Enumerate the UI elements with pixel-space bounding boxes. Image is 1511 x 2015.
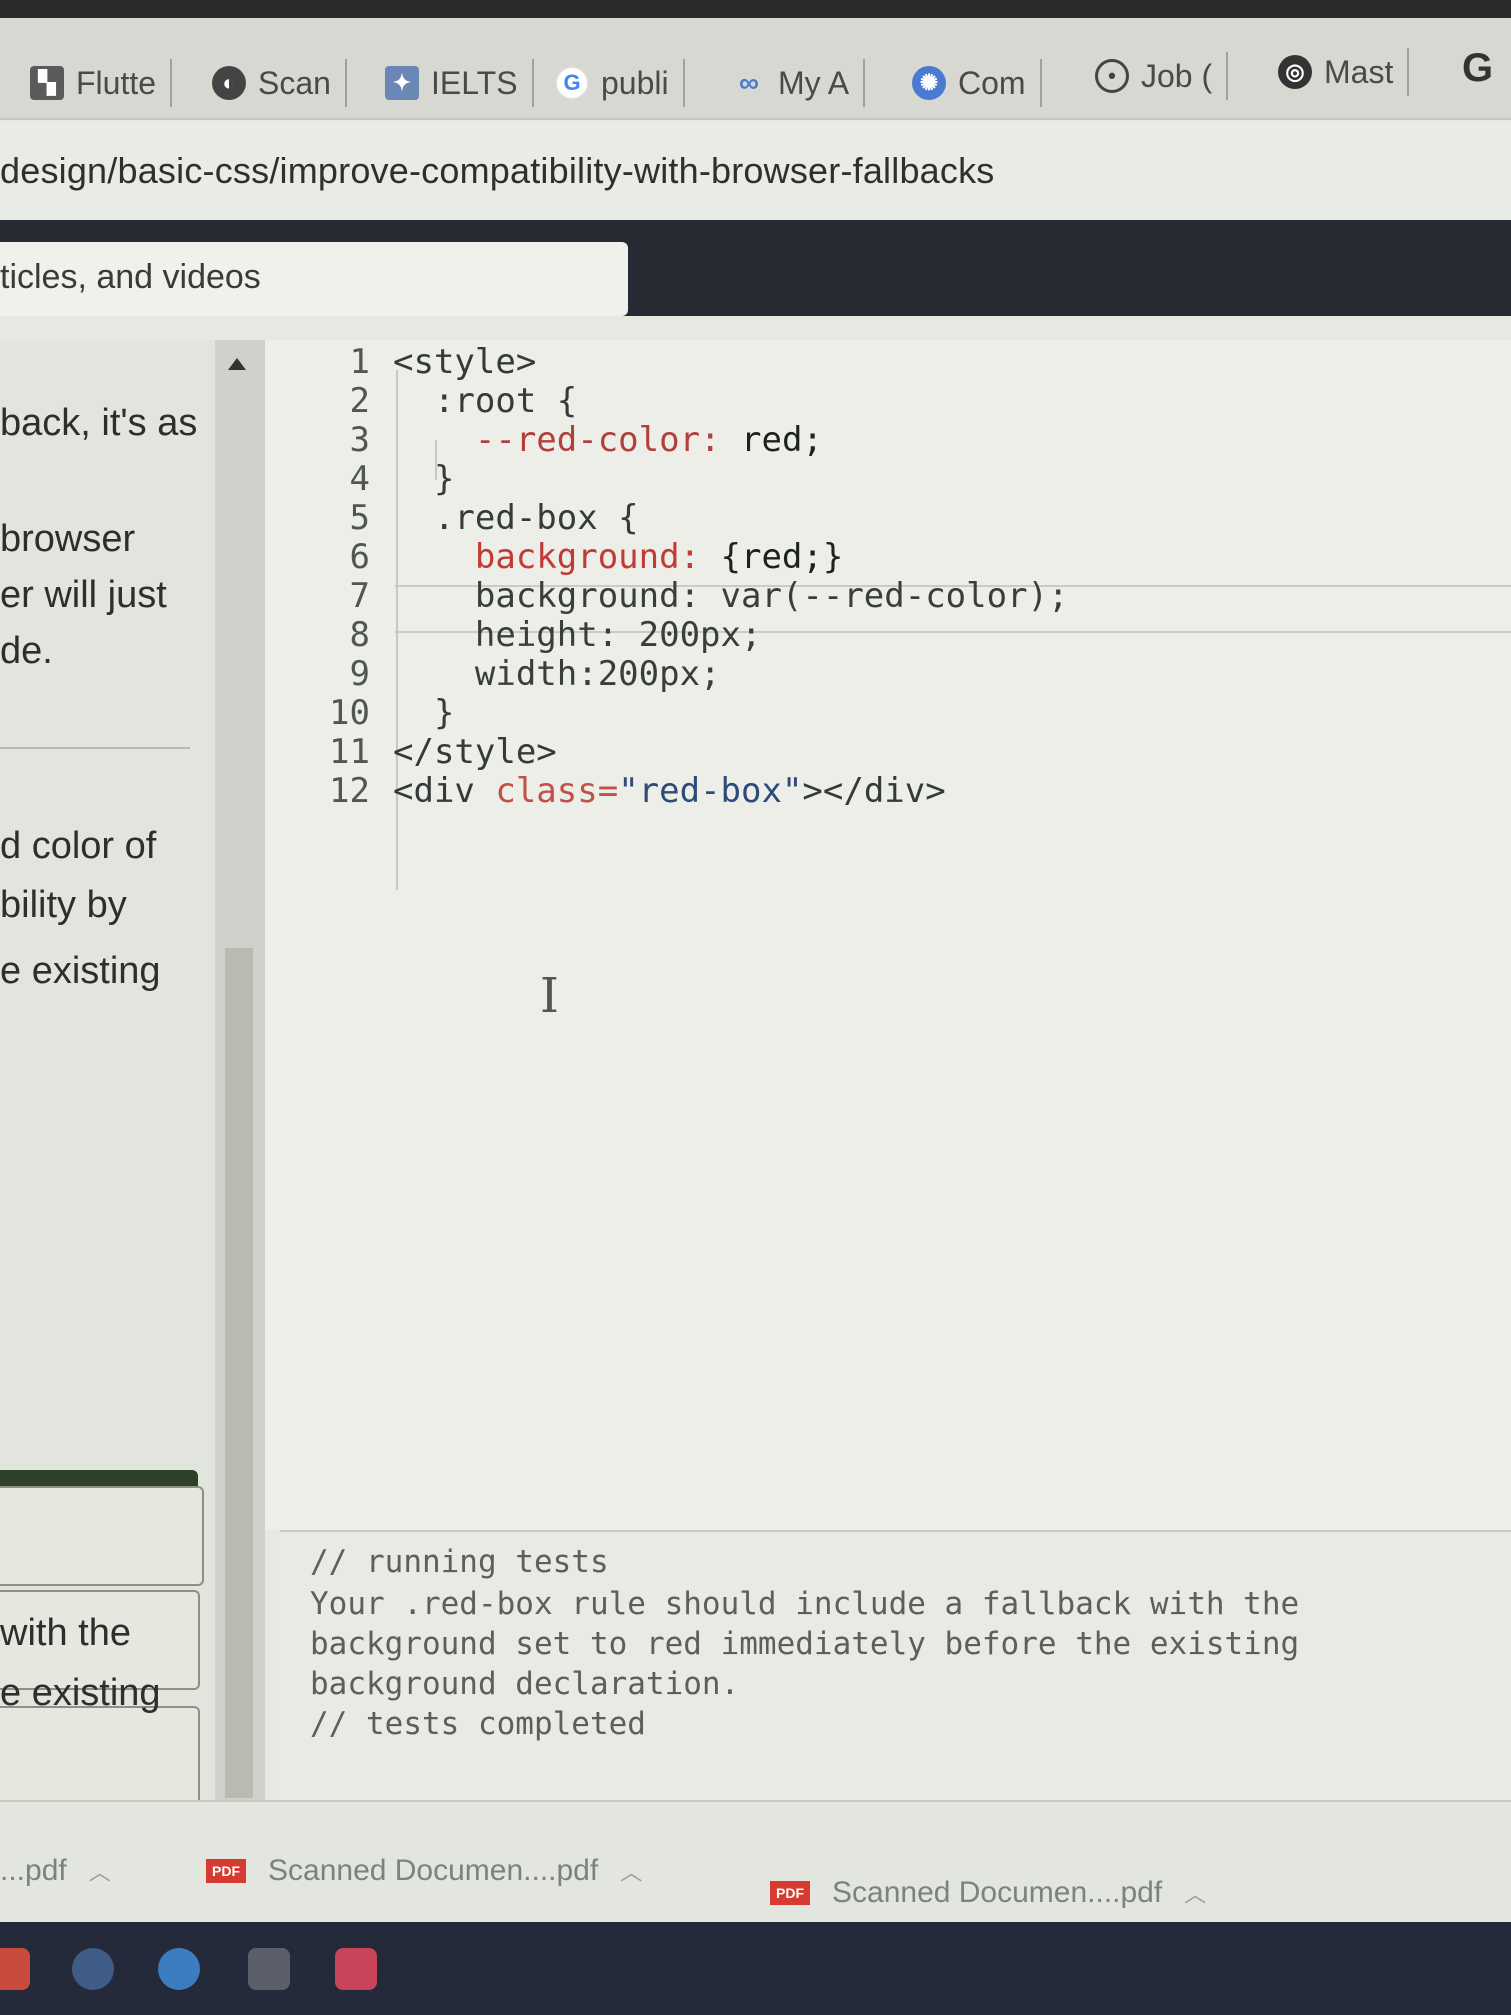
bookmark-com[interactable]: ✺ Com xyxy=(912,55,1042,111)
test-console: // running tests Your .red-box rule shou… xyxy=(280,1530,1511,1800)
code-text: <div class="red-box"></div> xyxy=(393,771,946,811)
code-text: <style> xyxy=(393,342,537,382)
line-number: 10 xyxy=(329,693,370,733)
bookmark-label: IELTS xyxy=(431,64,518,101)
bookmark-flutter[interactable]: ▚ Flutte xyxy=(30,55,173,111)
scroll-thumb[interactable] xyxy=(225,948,253,1798)
line-number: 4 xyxy=(349,459,370,499)
bookmark-mast[interactable]: ◎ Mast xyxy=(1278,44,1410,100)
badge-icon: ◎ xyxy=(1278,55,1312,89)
line-number: 3 xyxy=(349,420,370,460)
line-number: 5 xyxy=(349,498,370,538)
window-top-edge xyxy=(0,0,1511,18)
bookmark-label: My A xyxy=(778,64,850,101)
url-text: design/basic-css/improve-compatibility-w… xyxy=(0,150,995,191)
code-line[interactable]: 12 <div class="red-box"></div> xyxy=(265,771,1511,821)
chevron-up-icon[interactable]: ︿ xyxy=(1184,1877,1206,1909)
code-text: </style> xyxy=(393,732,557,772)
console-line: background declaration. xyxy=(310,1666,740,1702)
code-text: background: var(--red-color); xyxy=(393,576,1069,616)
address-bar[interactable]: design/basic-css/improve-compatibility-w… xyxy=(0,122,1511,220)
infinity-icon: ∞ xyxy=(739,67,759,98)
download-item[interactable]: PDF Scanned Documen....pdf ︿ xyxy=(206,1854,642,1888)
app-icon[interactable] xyxy=(0,1948,30,1990)
site-nav: ticles, and videos xyxy=(0,220,1511,316)
line-number: 11 xyxy=(329,732,370,772)
text-cursor-icon: I xyxy=(540,968,559,1024)
instruction-text: bility by xyxy=(0,884,127,926)
vscode-icon[interactable] xyxy=(158,1948,200,1990)
instruction-text: de. xyxy=(0,630,53,672)
instruction-text: browser xyxy=(0,518,136,560)
ielts-icon: ✦ xyxy=(385,66,419,100)
console-line: // tests completed xyxy=(310,1706,646,1742)
globe-icon: ◐ xyxy=(212,66,246,100)
bookmark-publi[interactable]: G publi xyxy=(555,55,685,111)
instruction-text: d color of xyxy=(0,825,157,867)
bookmark-label: Mast xyxy=(1324,53,1394,90)
overflow-bookmark-icon[interactable]: G xyxy=(1462,40,1493,96)
chevron-up-icon[interactable]: ︿ xyxy=(89,1855,111,1887)
line-number: 7 xyxy=(349,576,370,616)
download-name: Scanned Documen....pdf xyxy=(268,1854,599,1887)
instruction-text: er will just xyxy=(0,574,167,616)
download-item[interactable]: ...pdf ︿ xyxy=(0,1854,111,1888)
hint-text: e existing xyxy=(0,1672,161,1714)
photos-icon[interactable] xyxy=(248,1948,290,1990)
app-red-icon[interactable] xyxy=(335,1948,377,1990)
instruction-text: e existing xyxy=(0,950,161,992)
circle-icon: • xyxy=(1095,59,1129,93)
code-text: width:200px; xyxy=(393,654,721,694)
code-text: } xyxy=(393,459,455,499)
code-editor[interactable]: 1 <style> 2 :root { 3 --red-color: red; 4 } 5… xyxy=(265,340,1511,1530)
code-text: background: {red;} xyxy=(393,537,844,577)
chevron-up-icon[interactable]: ︿ xyxy=(620,1855,642,1887)
line-number: 1 xyxy=(349,342,370,382)
line-number: 9 xyxy=(349,654,370,694)
instruction-text: back, it's as xyxy=(0,402,198,444)
console-line: background set to red immediately before… xyxy=(310,1626,1300,1662)
bookmark-ielts[interactable]: ✦ IELTS xyxy=(385,55,534,111)
scroll-up-arrow-icon[interactable] xyxy=(228,358,246,370)
code-text: height: 200px; xyxy=(393,615,762,655)
bookmark-label: Flutte xyxy=(76,64,157,101)
bookmark-label: Scan xyxy=(258,64,331,101)
downloads-bar: ...pdf ︿ PDF Scanned Documen....pdf ︿ PD… xyxy=(0,1800,1511,1922)
bookmark-my-a[interactable]: ∞ My A xyxy=(732,55,866,111)
divider xyxy=(0,747,190,749)
code-text: .red-box { xyxy=(393,498,639,538)
download-name: Scanned Documen....pdf xyxy=(832,1876,1163,1909)
flutter-icon: ▚ xyxy=(30,66,64,100)
taskbar xyxy=(0,1922,1511,2015)
bookmark-scan[interactable]: ◐ Scan xyxy=(212,55,347,111)
line-number: 12 xyxy=(329,771,370,811)
code-text: --red-color: red; xyxy=(393,420,823,460)
code-text: :root { xyxy=(393,381,578,421)
code-text: } xyxy=(393,693,455,733)
bookmarks-bar: ▚ Flutte ◐ Scan ✦ IELTS G publi ∞ My A ✺… xyxy=(0,0,1511,120)
search-input[interactable]: ticles, and videos xyxy=(0,242,628,316)
browser-icon[interactable] xyxy=(72,1948,114,1990)
bookmark-label: Job ( xyxy=(1141,57,1213,94)
line-number: 2 xyxy=(349,381,370,421)
bookmark-label: Com xyxy=(958,64,1026,101)
get-help-button[interactable] xyxy=(0,1706,200,1800)
google-icon: G xyxy=(555,66,589,100)
line-number: 6 xyxy=(349,537,370,577)
gear-badge-icon: ✺ xyxy=(912,66,946,100)
ask-forum-button[interactable] xyxy=(0,1486,204,1586)
pdf-icon: PDF xyxy=(770,1881,810,1905)
bookmark-job[interactable]: • Job ( xyxy=(1095,48,1229,104)
bookmark-label: publi xyxy=(601,64,669,101)
search-placeholder: ticles, and videos xyxy=(0,258,261,296)
hint-text: with the xyxy=(0,1612,131,1654)
line-number: 8 xyxy=(349,615,370,655)
console-line: Your .red-box rule should include a fall… xyxy=(310,1586,1300,1622)
console-line: // running tests xyxy=(310,1544,609,1580)
pdf-icon: PDF xyxy=(206,1859,246,1883)
instructions-scrollbar[interactable] xyxy=(215,340,265,1800)
download-item[interactable]: PDF Scanned Documen....pdf ︿ xyxy=(770,1876,1206,1910)
download-name: ...pdf xyxy=(0,1854,67,1887)
